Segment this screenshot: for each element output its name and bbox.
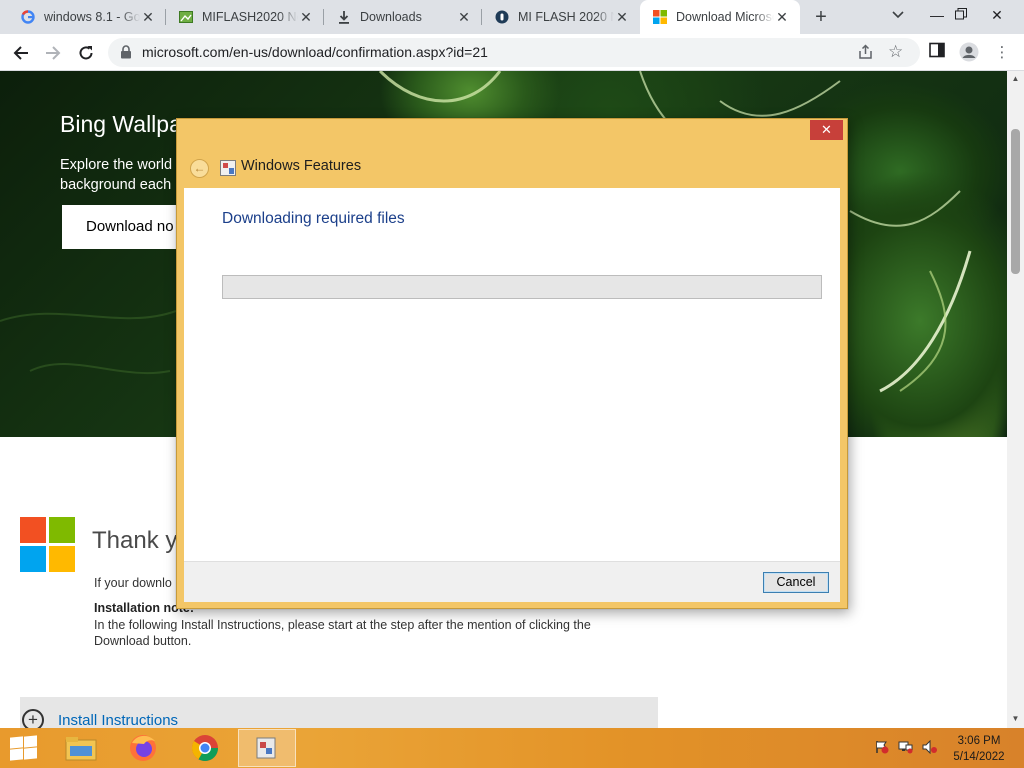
install-instructions-label[interactable]: Install Instructions xyxy=(58,712,178,728)
taskbar-clock[interactable]: 3:06 PM 5/14/2022 xyxy=(944,733,1014,765)
start-logo-pane xyxy=(10,736,23,749)
tab-title: windows 8.1 - Goo xyxy=(44,10,140,24)
tab-download-microsoft[interactable]: Download Microso ✕ xyxy=(640,0,800,34)
scroll-down-arrow-icon[interactable]: ▼ xyxy=(1007,714,1024,723)
image-icon xyxy=(178,9,194,25)
windows-taskbar: 3:06 PM 5/14/2022 xyxy=(0,728,1024,768)
tab-title: Download Microso xyxy=(676,10,774,24)
url-text: microsoft.com/en-us/download/confirmatio… xyxy=(142,44,488,60)
start-logo-pane xyxy=(24,747,37,760)
microsoft-icon xyxy=(652,9,668,25)
restore-window-icon[interactable] xyxy=(944,0,978,34)
close-tab-icon[interactable]: ✕ xyxy=(614,9,630,25)
close-tab-icon[interactable]: ✕ xyxy=(456,9,472,25)
tab-title: MI FLASH 2020 Ne xyxy=(518,10,614,24)
download-progress-bar xyxy=(222,275,822,299)
tab-title: Downloads xyxy=(360,10,422,24)
profile-avatar-icon[interactable] xyxy=(958,42,980,64)
install-instructions-expander[interactable]: + Install Instructions xyxy=(20,697,658,728)
bookmark-star-icon[interactable]: ☆ xyxy=(888,42,903,62)
lock-icon[interactable] xyxy=(120,45,132,59)
back-arrow-icon[interactable] xyxy=(8,40,34,66)
clock-date: 5/14/2022 xyxy=(953,751,1005,763)
new-tab-button[interactable]: + xyxy=(808,5,834,29)
installation-note-text: In the following Install Instructions, p… xyxy=(94,618,591,648)
tab-search-chevron-icon[interactable] xyxy=(888,8,908,26)
start-logo-pane xyxy=(24,735,37,748)
dialog-content: Downloading required files xyxy=(184,188,840,561)
browser-menu-icon[interactable]: ⋮ xyxy=(991,42,1013,64)
volume-muted-icon[interactable] xyxy=(922,739,938,756)
download-icon xyxy=(336,9,352,25)
tab-miflash-site[interactable]: MI FLASH 2020 Ne ✕ xyxy=(482,0,640,34)
dialog-back-arrow-icon[interactable]: ← xyxy=(190,159,209,178)
windows-features-dialog: ✕ ← Windows Features Downloading require… xyxy=(176,118,848,609)
side-panel-icon[interactable] xyxy=(926,42,948,64)
address-bar[interactable]: microsoft.com/en-us/download/confirmatio… xyxy=(108,38,920,67)
chrome-icon[interactable] xyxy=(176,729,234,767)
cancel-button[interactable]: Cancel xyxy=(763,572,829,593)
tab-google-search[interactable]: windows 8.1 - Goo ✕ xyxy=(8,0,166,34)
start-logo-pane xyxy=(10,748,23,761)
downloading-heading: Downloading required files xyxy=(222,210,405,227)
tab-downloads[interactable]: Downloads ✕ xyxy=(324,0,482,34)
dialog-footer: Cancel xyxy=(184,561,840,602)
close-tab-icon[interactable]: ✕ xyxy=(298,9,314,25)
download-help-text: If your downlo xyxy=(94,576,172,590)
tab-miflash-image[interactable]: MIFLASH2020 New ✕ xyxy=(166,0,324,34)
site-icon xyxy=(494,9,510,25)
dialog-title: Windows Features xyxy=(241,158,362,174)
close-window-icon[interactable]: ✕ xyxy=(980,0,1014,34)
windows-features-taskbar-icon[interactable] xyxy=(238,729,296,767)
scroll-up-arrow-icon[interactable]: ▲ xyxy=(1007,74,1024,83)
scrollbar-thumb[interactable] xyxy=(1011,129,1020,274)
firefox-icon[interactable] xyxy=(114,729,172,767)
reload-icon[interactable] xyxy=(73,40,99,66)
start-button[interactable] xyxy=(8,735,38,761)
hero-title: Bing Wallpa xyxy=(60,111,182,137)
browser-tab-strip: windows 8.1 - Goo ✕ MIFLASH2020 New ✕ Do… xyxy=(0,0,1024,34)
network-icon[interactable] xyxy=(898,740,914,756)
close-tab-icon[interactable]: ✕ xyxy=(774,9,790,25)
page-scrollbar[interactable]: ▲ ▼ xyxy=(1007,71,1024,728)
file-explorer-icon[interactable] xyxy=(52,729,110,767)
close-tab-icon[interactable]: ✕ xyxy=(140,9,156,25)
microsoft-logo-icon xyxy=(20,517,76,573)
tab-title: MIFLASH2020 New xyxy=(202,10,298,24)
clock-time: 3:06 PM xyxy=(957,735,1001,747)
share-icon[interactable] xyxy=(858,44,874,64)
expand-plus-icon[interactable]: + xyxy=(22,709,44,728)
google-icon xyxy=(20,9,36,25)
forward-arrow-icon[interactable] xyxy=(40,40,66,66)
dialog-close-button[interactable]: ✕ xyxy=(810,120,843,140)
windows-features-app-icon xyxy=(220,160,236,176)
action-center-flag-icon[interactable] xyxy=(874,740,890,756)
browser-toolbar: microsoft.com/en-us/download/confirmatio… xyxy=(0,34,1024,71)
